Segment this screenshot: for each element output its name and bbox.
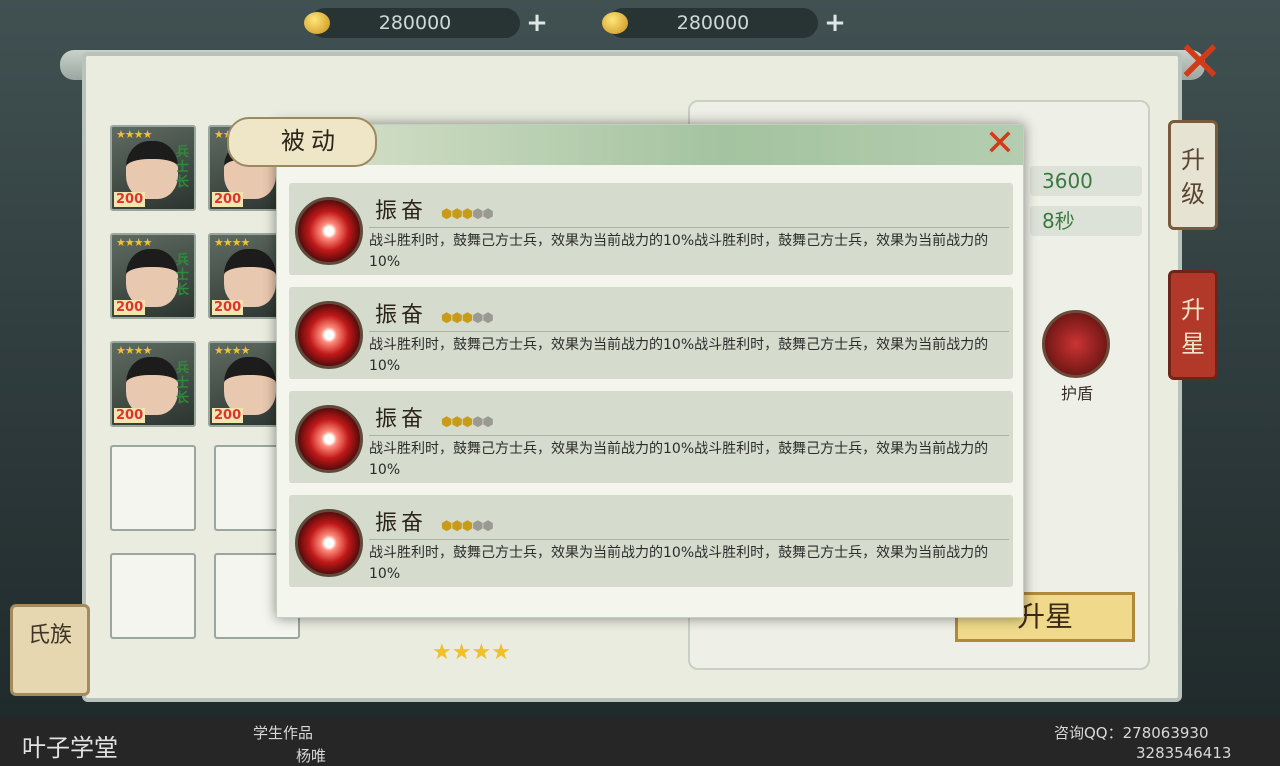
skill-row: 振奋 ⬢⬢⬢⬢⬢ 战斗胜利时，鼓舞己方士兵，效果为当前战力的10%战斗胜利时，鼓舞己…: [289, 183, 1013, 275]
skill-description: 战斗胜利时，鼓舞己方士兵，效果为当前战力的10%战斗胜利时，鼓舞己方士兵，效果为…: [369, 337, 989, 374]
empty-slot[interactable]: [110, 445, 196, 531]
skill-level-dots: ⬢⬢⬢⬢⬢: [441, 207, 494, 222]
divider: [369, 331, 1009, 332]
hero-stars: ★★★★: [214, 236, 250, 249]
dialog-header: 被动 ✕: [227, 117, 1023, 167]
hero-level: 200: [212, 408, 244, 423]
inspire-skill-icon: [295, 509, 363, 577]
upgrade-tab[interactable]: 升级: [1168, 120, 1218, 230]
skill-name: 振奋: [375, 407, 428, 432]
skill-row: 振奋 ⬢⬢⬢⬢⬢ 战斗胜利时，鼓舞己方士兵，效果为当前战力的10%战斗胜利时，鼓舞己…: [289, 287, 1013, 379]
skill-name: 振奋: [375, 199, 428, 224]
gold-ingot-icon: [304, 12, 330, 34]
divider: [369, 435, 1009, 436]
shield-skill-icon[interactable]: [1042, 310, 1110, 378]
inspire-skill-icon: [295, 405, 363, 473]
hero-rank-tag: 兵士长: [176, 361, 190, 406]
hero-portrait: [126, 141, 178, 199]
skill-row: 振奋 ⬢⬢⬢⬢⬢ 战斗胜利时，鼓舞己方士兵，效果为当前战力的10%战斗胜利时，鼓舞己…: [289, 391, 1013, 483]
hero-stars: ★★★★: [116, 236, 152, 249]
hero-card[interactable]: ★★★★ 兵士长 200: [110, 233, 196, 319]
hero-portrait: [126, 249, 178, 307]
hero-portrait: [224, 357, 276, 415]
footer-logo: 叶子学堂: [22, 734, 118, 762]
add-currency-2-button[interactable]: +: [820, 8, 850, 38]
skill-name: 振奋: [375, 303, 428, 328]
skill-row: 振奋 ⬢⬢⬢⬢⬢ 战斗胜利时，鼓舞己方士兵，效果为当前战力的10%战斗胜利时，鼓舞己…: [289, 495, 1013, 587]
skill-level-dots: ⬢⬢⬢⬢⬢: [441, 519, 494, 534]
hero-rank-tag: 兵士长: [176, 145, 190, 190]
inspire-skill-icon: [295, 197, 363, 265]
hero-rank-tag: 兵士长: [176, 253, 190, 298]
upstar-tab[interactable]: 升星: [1168, 270, 1218, 380]
footer-label: 学生作品: [253, 724, 314, 742]
hero-stars: ★★★★: [214, 344, 250, 357]
passive-skill-dialog: 被动 ✕ 振奋 ⬢⬢⬢⬢⬢ 战斗胜利时，鼓舞己方士兵，效果为当前战力的10%战斗胜利…: [227, 117, 1024, 618]
skill-name: 振奋: [375, 511, 428, 536]
hero-stars: ★★★★: [116, 344, 152, 357]
close-icon[interactable]: ✕: [979, 123, 1021, 165]
skill-description: 战斗胜利时，鼓舞己方士兵，效果为当前战力的10%战斗胜利时，鼓舞己方士兵，效果为…: [369, 545, 989, 582]
footer-author: 杨唯: [296, 747, 327, 765]
hero-portrait: [224, 249, 276, 307]
stat-value: 3600: [1030, 166, 1142, 196]
skill-description: 战斗胜利时，鼓舞己方士兵，效果为当前战力的10%战斗胜利时，鼓舞己方士兵，效果为…: [369, 441, 989, 478]
hero-star-rating: ★★★★: [432, 640, 511, 665]
skill-level-dots: ⬢⬢⬢⬢⬢: [441, 311, 494, 326]
add-currency-1-button[interactable]: +: [522, 8, 552, 38]
skill-description: 战斗胜利时，鼓舞己方士兵，效果为当前战力的10%战斗胜利时，鼓舞己方士兵，效果为…: [369, 233, 989, 270]
close-icon[interactable]: ✕: [1165, 28, 1235, 98]
hero-level: 200: [114, 300, 146, 315]
skill-level-dots: ⬢⬢⬢⬢⬢: [441, 415, 494, 430]
hero-level: 200: [212, 300, 244, 315]
currency-2-amount: 280000: [676, 12, 750, 34]
hero-stars: ★★★★: [116, 128, 152, 141]
divider: [369, 227, 1009, 228]
footer-qq: 咨询QQ：278063930: [1054, 724, 1209, 742]
currency-2: 280000 +: [602, 8, 846, 38]
hero-level: 200: [114, 408, 146, 423]
currency-1: 280000 +: [304, 8, 548, 38]
currency-1-amount: 280000: [378, 12, 452, 34]
hero-card[interactable]: ★★★★ 兵士长 200: [110, 125, 196, 211]
clan-button[interactable]: 氏族: [10, 604, 90, 696]
hero-level: 200: [114, 192, 146, 207]
footer-qq2: 3283546413: [1136, 744, 1232, 762]
gold-ingot-icon: [602, 12, 628, 34]
stat-time: 8秒: [1030, 206, 1142, 236]
divider: [369, 539, 1009, 540]
footer-bar: 叶子学堂 学生作品 杨唯 咨询QQ：278063930 3283546413: [0, 718, 1280, 766]
hero-card[interactable]: ★★★★ 兵士长 200: [110, 341, 196, 427]
inspire-skill-icon: [295, 301, 363, 369]
dialog-title: 被动: [227, 117, 377, 167]
hero-portrait: [126, 357, 178, 415]
shield-skill-label: 护盾: [1060, 384, 1093, 403]
hero-level: 200: [212, 192, 244, 207]
empty-slot[interactable]: [110, 553, 196, 639]
